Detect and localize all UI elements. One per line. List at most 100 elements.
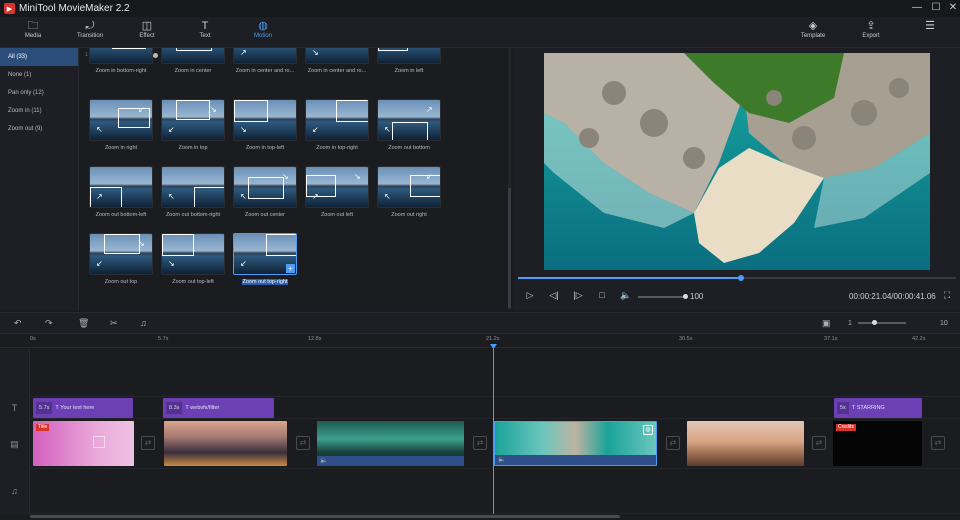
transition-slot-icon[interactable]: ⇄ — [141, 436, 155, 450]
text-clip[interactable]: 5s T STARRING — [834, 398, 922, 418]
empty-track — [30, 349, 960, 397]
transition-slot-icon[interactable]: ⇄ — [296, 436, 310, 450]
motion-thumbnail[interactable]: ↗ — [233, 48, 297, 64]
motion-frame-outline — [194, 187, 224, 207]
timeline-scroll-thumb[interactable] — [30, 515, 620, 518]
motion-thumbnail[interactable]: ↙ + — [233, 233, 297, 275]
video-clip-balloons[interactable] — [687, 421, 804, 466]
motion-frame-outline — [162, 234, 194, 256]
motion-arrow-icon: ↘ — [210, 105, 217, 114]
maximize-icon[interactable]: ☐ — [929, 2, 943, 13]
motion-thumbnail[interactable]: ↘ — [233, 99, 297, 141]
beach-aerial-image — [544, 53, 930, 270]
motion-thumbnail[interactable]: ↙ ↘ — [161, 99, 225, 141]
volume-icon[interactable]: 🔈 — [619, 290, 633, 301]
music-icon: ♫ — [11, 486, 18, 496]
layers-icon: ◈ — [808, 20, 818, 32]
close-icon[interactable]: ✕ — [946, 2, 960, 13]
menu-button[interactable]: ☰ — [905, 19, 955, 45]
seek-bar[interactable] — [518, 275, 956, 281]
minimize-icon[interactable]: — — [910, 2, 924, 13]
template-button[interactable]: ◈ Template — [788, 19, 838, 45]
effect-button[interactable]: ◫ Effect — [122, 19, 172, 45]
motion-thumbnail[interactable]: ↖ ↘ — [233, 166, 297, 208]
motion-thumbnail[interactable] — [89, 48, 153, 64]
motion-arrow-icon: ↘ — [312, 48, 319, 57]
motion-thumbnail[interactable] — [161, 48, 225, 64]
split-icon[interactable]: ✂ — [110, 318, 118, 329]
category-zoom-in[interactable]: Zoom in (11) — [0, 102, 78, 120]
previous-frame-icon[interactable]: ◁| — [547, 290, 561, 301]
fit-timeline-icon[interactable]: ▣ — [822, 318, 831, 329]
slider-knob[interactable] — [153, 53, 158, 58]
fullscreen-icon[interactable]: ⛶ — [940, 290, 954, 301]
transition-slot-icon[interactable]: ⇄ — [666, 436, 680, 450]
motion-name: Zoom out top-right — [241, 279, 289, 285]
text-clip-label: webvfx/filter — [190, 405, 220, 411]
timecode: 00:00:21.04/00:00:41.06 — [849, 292, 936, 301]
music-track — [30, 469, 960, 514]
title-clip[interactable]: Title — [33, 421, 134, 466]
motion-arrow-icon: ↖ — [384, 125, 391, 134]
transition-slot-icon[interactable]: ⇄ — [931, 436, 945, 450]
timeline-zoom-slider[interactable] — [858, 320, 906, 325]
film-icon: ▤ — [10, 439, 19, 449]
media-button[interactable]: 🗀 Media — [8, 19, 58, 45]
motion-thumbnail[interactable]: ↖ — [161, 166, 225, 208]
volume-slider[interactable] — [638, 294, 688, 299]
motion-thumbnail[interactable]: ↙ — [305, 99, 369, 141]
volume-knob[interactable] — [683, 294, 688, 299]
category-pan-only[interactable]: Pan only (12) — [0, 84, 78, 102]
motion-name: Zoom out center — [244, 212, 286, 218]
motion-thumbnail[interactable] — [377, 48, 441, 64]
motion-button[interactable]: ◍ Motion — [238, 19, 288, 45]
text-clip-label: Your text here — [60, 405, 95, 411]
category-none[interactable]: None (1) — [0, 66, 78, 84]
motion-frame-outline — [336, 100, 368, 122]
video-clip-beach[interactable]: 🔈 ◍ — [494, 421, 657, 466]
zoom-knob[interactable] — [872, 320, 877, 325]
credits-badge: Credits — [836, 424, 856, 431]
motion-thumbnail[interactable]: ↖ ↙ — [377, 166, 441, 208]
undo-icon[interactable]: ↶ — [14, 318, 22, 329]
next-frame-icon[interactable]: |▷ — [571, 290, 585, 301]
video-clip-lake[interactable]: 🔈 — [317, 421, 464, 466]
motion-thumbnail[interactable]: ↗ ↘ — [305, 166, 369, 208]
motion-applied-icon: ◍ — [643, 425, 653, 435]
export-button[interactable]: ⇪ Export — [846, 19, 896, 45]
motion-arrow-icon: ↘ — [168, 259, 175, 268]
audio-waveform: 🔈 — [495, 455, 656, 465]
motion-thumbnail[interactable]: ↖ ↗ — [377, 99, 441, 141]
timeline-scrollbar[interactable] — [30, 514, 960, 519]
motion-arrow-icon: ↘ — [282, 172, 289, 181]
credits-clip[interactable]: Credits — [833, 421, 922, 466]
motion-thumbnail[interactable]: ↖ ↙ — [89, 99, 153, 141]
text-button[interactable]: T Text — [180, 19, 230, 45]
timeline-ruler[interactable]: 0s 5.7s 12.8s 21.2s 30.5s 37.1s 42.2s — [0, 334, 960, 348]
category-zoom-out[interactable]: Zoom out (9) — [0, 120, 78, 138]
zoom-min-label: 1 — [848, 320, 852, 327]
motion-arrow-icon: ↙ — [138, 105, 145, 114]
motion-thumbnail[interactable]: ↗ — [89, 166, 153, 208]
video-clip-city[interactable] — [164, 421, 287, 466]
motion-panel-scrollbar[interactable] — [508, 48, 511, 310]
add-motion-icon[interactable]: + — [286, 264, 295, 273]
delete-icon[interactable]: 🗑 — [78, 318, 89, 329]
category-all[interactable]: All (33) — [0, 48, 78, 66]
redo-icon[interactable]: ↷ — [45, 318, 53, 329]
motion-name: Zoom in top — [178, 145, 208, 151]
transition-slot-icon[interactable]: ⇄ — [473, 436, 487, 450]
motion-arrow-icon: ↙ — [168, 125, 175, 134]
text-clip[interactable]: 8.3s T webvfx/filter — [163, 398, 274, 418]
motion-thumbnail[interactable]: ↘ — [161, 233, 225, 275]
stop-icon[interactable]: □ — [595, 290, 609, 300]
motion-thumbnail[interactable]: ↘ — [305, 48, 369, 64]
audio-icon[interactable]: ♫ — [140, 318, 147, 328]
transition-button[interactable]: ⤾ Transition — [65, 19, 115, 45]
motion-thumbnail[interactable]: ↙ ↘ — [89, 233, 153, 275]
text-clip[interactable]: 5.7s T Your text here — [33, 398, 133, 418]
motion-name: Zoom in center and ro... — [235, 68, 295, 74]
transition-slot-icon[interactable]: ⇄ — [812, 436, 826, 450]
play-icon[interactable]: ▷ — [523, 290, 537, 301]
playhead[interactable] — [493, 346, 494, 514]
